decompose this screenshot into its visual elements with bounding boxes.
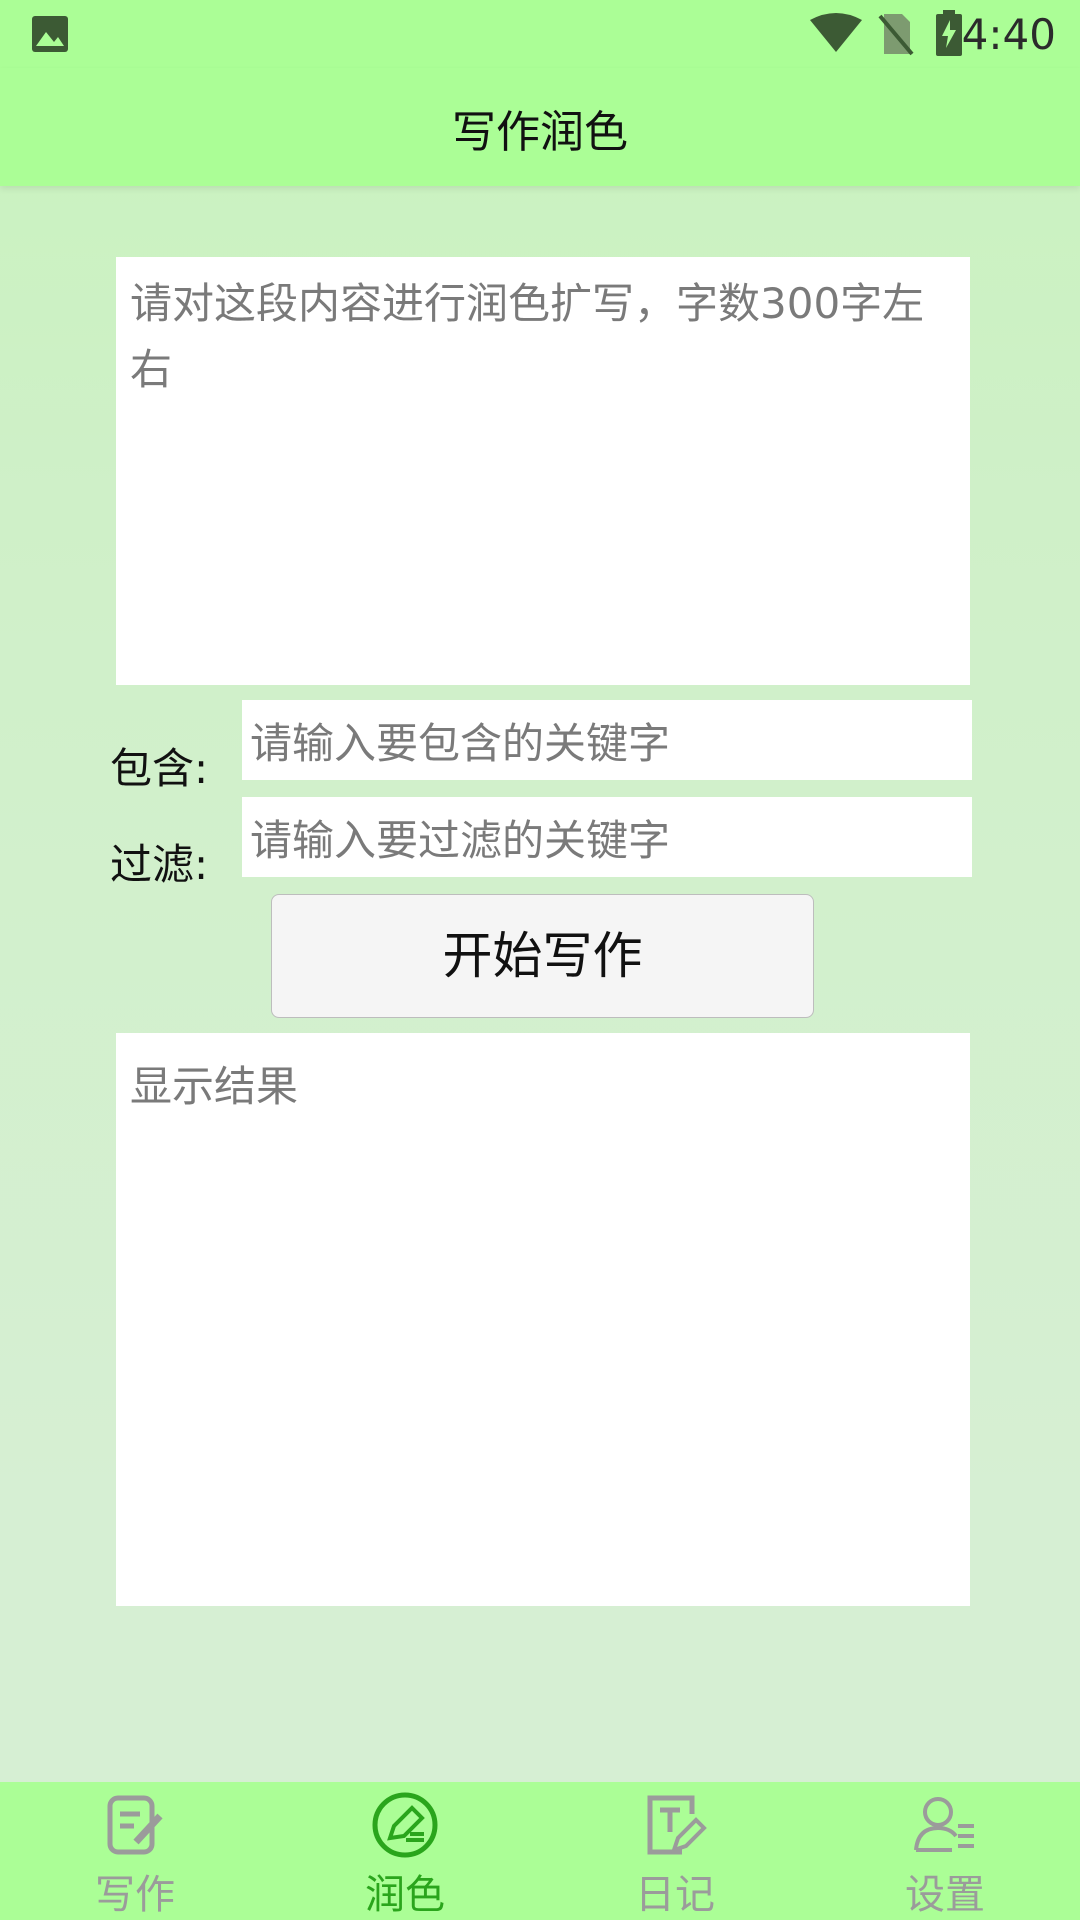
wifi-icon xyxy=(810,13,862,52)
app-header: 写作润色 xyxy=(0,68,1080,186)
nav-label-write: 写作 xyxy=(95,1872,175,1918)
start-writing-button[interactable]: 开始写作 xyxy=(271,894,814,1018)
nav-label-polish: 润色 xyxy=(365,1872,445,1918)
nav-item-settings[interactable]: 设置 xyxy=(810,1782,1080,1920)
nav-item-polish[interactable]: 润色 xyxy=(270,1782,540,1920)
include-keywords-input[interactable]: 请输入要包含的关键字 xyxy=(242,700,972,780)
polish-pen-icon xyxy=(372,1792,438,1858)
bottom-nav: 写作 润色 日记 设置 xyxy=(0,1782,1080,1920)
user-settings-icon xyxy=(914,1797,974,1852)
nav-label-diary: 日记 xyxy=(635,1872,715,1918)
status-time: 4:40 xyxy=(961,10,1056,59)
filter-label: 过滤: xyxy=(110,840,209,889)
image-icon xyxy=(32,16,68,52)
no-sim-icon xyxy=(878,14,914,56)
nav-label-settings: 设置 xyxy=(905,1872,985,1918)
page-title: 写作润色 xyxy=(452,107,628,158)
filter-keywords-input[interactable]: 请输入要过滤的关键字 xyxy=(242,797,972,877)
nav-item-write[interactable]: 写作 xyxy=(0,1782,270,1920)
nav-item-diary[interactable]: 日记 xyxy=(540,1782,810,1920)
include-label: 包含: xyxy=(110,744,209,793)
write-doc-icon xyxy=(107,1795,163,1855)
diary-edit-icon xyxy=(647,1795,707,1855)
result-output[interactable]: 显示结果 xyxy=(116,1033,970,1606)
battery-charging-icon xyxy=(936,10,962,56)
prompt-input[interactable]: 请对这段内容进行润色扩写，字数300字左右 xyxy=(116,257,970,685)
status-bar: 4:40 xyxy=(0,0,1080,68)
